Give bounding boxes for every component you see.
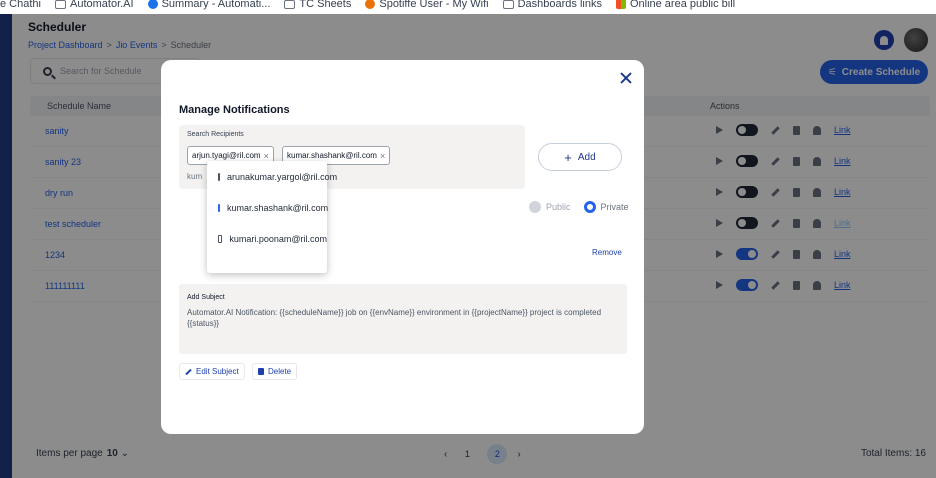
- folder-icon: [284, 0, 296, 9]
- option-email: kumari.poonam@ril.com: [229, 233, 327, 244]
- bookmark-item[interactable]: Automator.AI: [54, 0, 134, 10]
- option-checkbox[interactable]: [218, 203, 220, 212]
- bookmark-label: Online area public bill: [629, 0, 736, 10]
- recipients-label: Search Recipients: [187, 131, 244, 138]
- edit-subject-label: Edit Subject: [196, 367, 239, 376]
- manage-notifications-modal: Manage Notifications Search Recipients a…: [161, 60, 644, 434]
- chip-email: kumar.shashank@ril.com: [287, 151, 377, 160]
- radio-private-label: Private: [600, 202, 629, 212]
- bookmark-label: e Chathi: [0, 0, 41, 10]
- bookmark-label: Dashboards links: [517, 0, 602, 10]
- folder-icon: [54, 0, 66, 9]
- radio-private[interactable]: [583, 201, 596, 213]
- modal-title: Manage Notifications: [179, 104, 290, 116]
- visibility-radio-group: Public Private: [529, 201, 629, 213]
- add-label: Add: [577, 151, 596, 163]
- bookmark-label: TC Sheets: [299, 0, 352, 10]
- plus-icon: +: [564, 149, 572, 165]
- pencil-icon: [185, 368, 192, 375]
- subject-label: Add Subject: [187, 294, 225, 301]
- orange-icon: [365, 0, 376, 9]
- remove-button[interactable]: Remove: [592, 248, 622, 257]
- recipient-search-input[interactable]: kum: [187, 172, 202, 181]
- chip-email: arjun.tyagi@ril.com: [192, 151, 261, 160]
- option-checkbox[interactable]: [218, 234, 223, 243]
- bookmark-item[interactable]: TC Sheets: [284, 0, 352, 10]
- close-icon[interactable]: [620, 72, 632, 84]
- delete-label: Delete: [268, 367, 292, 376]
- chrome-icon: [147, 0, 158, 9]
- bookmark-item[interactable]: Online area public bill: [615, 0, 736, 10]
- trash-icon: [258, 368, 264, 375]
- suggestion-option[interactable]: kumar.shashank@ril.com: [207, 192, 329, 223]
- radio-public-label: Public: [546, 202, 571, 212]
- chip-remove-icon[interactable]: ×: [380, 151, 385, 161]
- microsoft-icon: [615, 0, 626, 9]
- bookmarks-bar: e Chathi Automator.AI Summary - Automati…: [0, 0, 936, 14]
- bookmark-item[interactable]: e Chathi: [0, 0, 41, 10]
- suggestion-option[interactable]: kumari.poonam@ril.com: [207, 223, 327, 254]
- bookmark-label: Summary - Automati...: [161, 0, 271, 10]
- bookmark-label: Spotiffe User - My Wifi: [379, 0, 489, 10]
- add-recipient-button[interactable]: + Add: [538, 143, 622, 171]
- chip-remove-icon[interactable]: ×: [264, 151, 269, 161]
- bookmark-item[interactable]: Spotiffe User - My Wifi: [365, 0, 489, 10]
- option-email: arunakumar.yargol@ril.com: [227, 171, 338, 182]
- bookmark-label: Automator.AI: [69, 0, 134, 10]
- option-checkbox[interactable]: [218, 172, 220, 181]
- suggestion-option[interactable]: arunakumar.yargol@ril.com: [207, 161, 337, 192]
- delete-subject-button[interactable]: Delete: [252, 363, 298, 380]
- folder-icon: [502, 0, 514, 9]
- bookmark-item[interactable]: Summary - Automati...: [147, 0, 271, 10]
- subject-text: Automator.AI Notification: {{scheduleNam…: [187, 308, 602, 328]
- subject-panel: Add Subject Automator.AI Notification: {…: [179, 284, 627, 354]
- bookmark-item[interactable]: Dashboards links: [502, 0, 602, 10]
- option-email: kumar.shashank@ril.com: [227, 202, 329, 213]
- recipient-suggestions-dropdown: arunakumar.yargol@ril.com kumar.shashank…: [207, 161, 337, 273]
- radio-public[interactable]: [529, 201, 541, 213]
- edit-subject-button[interactable]: Edit Subject: [179, 363, 245, 380]
